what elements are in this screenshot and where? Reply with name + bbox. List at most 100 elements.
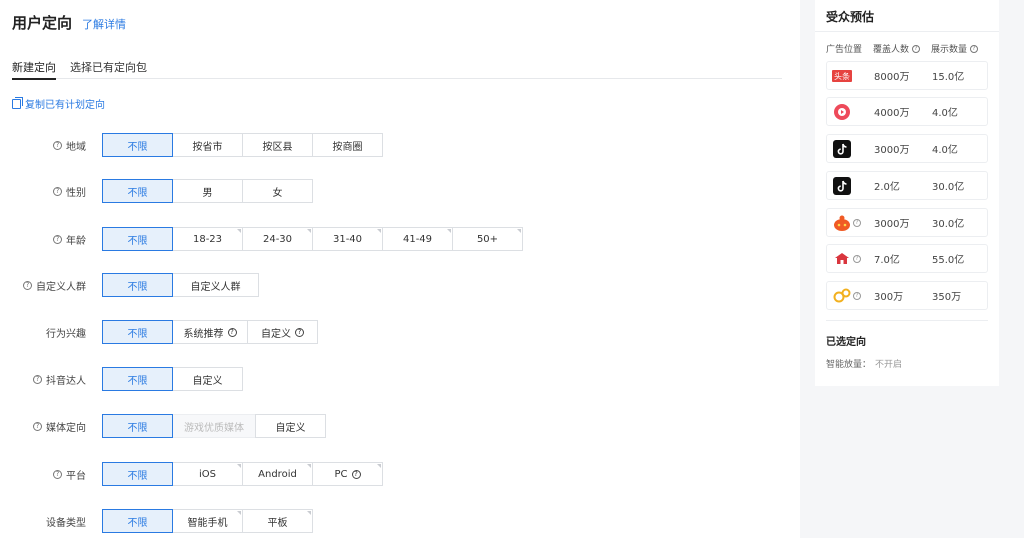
row-label: 行为兴趣 — [46, 328, 86, 340]
age-options: 不限 18-23 24-30 31-40 41-49 50+ — [102, 227, 523, 251]
device-option-phone[interactable]: 智能手机 — [172, 509, 243, 533]
region-option-business[interactable]: 按商圈 — [312, 133, 383, 157]
other-logo: ? — [832, 286, 862, 306]
behavior-option-custom[interactable]: 自定义 ? — [247, 320, 318, 344]
option-label: PC — [334, 468, 348, 480]
row-label: 媒体定向 — [46, 422, 86, 434]
age-option-31-40[interactable]: 31-40 — [312, 227, 383, 251]
help-icon[interactable]: ? — [853, 291, 861, 300]
cover-value: 3000万 — [874, 145, 910, 156]
age-option-18-23[interactable]: 18-23 — [172, 227, 243, 251]
estimate-row: 3000万 4.0亿 — [826, 134, 988, 163]
col-header-label: 广告位置 — [826, 45, 863, 55]
option-label: 自定义 — [261, 328, 291, 340]
smart-expand-value: 不开启 — [875, 360, 903, 370]
row-behavior-interest: 行为兴趣 不限 系统推荐 ? 自定义 ? — [0, 320, 800, 344]
platform-option-android[interactable]: Android — [242, 462, 313, 486]
help-icon[interactable]: ? — [33, 374, 42, 384]
row-label: 自定义人群 — [36, 281, 86, 293]
douyin-kol-option-unlimited[interactable]: 不限 — [102, 367, 173, 391]
toutiao-logo: 头条 — [832, 66, 852, 86]
help-icon[interactable]: ? — [53, 469, 62, 479]
help-icon[interactable]: ? — [853, 254, 861, 263]
douyin-kol-option-custom[interactable]: 自定义 — [172, 367, 243, 391]
divider — [815, 31, 999, 32]
row-label: 地域 — [66, 141, 86, 153]
douyin-kol-options: 不限 自定义 — [102, 367, 243, 391]
show-value: 30.0亿 — [932, 182, 965, 193]
learn-more-link[interactable]: 了解详情 — [82, 16, 126, 32]
copy-icon — [12, 96, 23, 109]
show-value: 4.0亿 — [932, 108, 958, 119]
row-age: ? 年龄 不限 18-23 24-30 31-40 41-49 50+ — [0, 227, 800, 251]
help-icon[interactable]: ? — [912, 44, 921, 53]
col-header-label: 覆盖人数 — [873, 45, 910, 55]
gender-option-female[interactable]: 女 — [242, 179, 313, 203]
estimate-row: ? 3000万 30.0亿 — [826, 208, 988, 237]
header: 用户定向 了解详情 — [12, 12, 126, 33]
platform-option-ios[interactable]: iOS — [172, 462, 243, 486]
cover-value: 8000万 — [874, 72, 910, 83]
behavior-option-recommend[interactable]: 系统推荐 ? — [172, 320, 248, 344]
gender-option-male[interactable]: 男 — [172, 179, 243, 203]
platform-option-pc[interactable]: PC ? — [312, 462, 383, 486]
show-value: 350万 — [932, 292, 962, 303]
behavior-option-unlimited[interactable]: 不限 — [102, 320, 173, 344]
estimate-row: 4000万 4.0亿 — [826, 97, 988, 126]
col-header-show: 展示数量 ? — [931, 42, 979, 55]
help-icon[interactable]: ? — [23, 280, 32, 290]
media-option-unlimited[interactable]: 不限 — [102, 414, 173, 438]
selected-targeting-title: 已选定向 — [826, 337, 866, 348]
region-option-province[interactable]: 按省市 — [172, 133, 243, 157]
cover-value: 3000万 — [874, 219, 910, 230]
age-option-50-plus[interactable]: 50+ — [452, 227, 523, 251]
smart-expand-line: 智能放量： 不开启 — [826, 357, 902, 370]
platform-option-unlimited[interactable]: 不限 — [102, 462, 173, 486]
help-icon[interactable]: ? — [970, 44, 979, 53]
gender-option-unlimited[interactable]: 不限 — [102, 179, 173, 203]
row-custom-crowd: ? 自定义人群 不限 自定义人群 — [0, 273, 800, 297]
device-option-tablet[interactable]: 平板 — [242, 509, 313, 533]
union-logo: ? — [832, 249, 862, 269]
help-icon[interactable]: ? — [53, 140, 62, 150]
media-option-custom[interactable]: 自定义 — [255, 414, 326, 438]
tab-bar: 新建定向 选择已有定向包 — [12, 59, 782, 80]
help-icon[interactable]: ? — [53, 234, 62, 244]
media-option-game-media[interactable]: 游戏优质媒体 — [172, 414, 256, 438]
region-option-district[interactable]: 按区县 — [242, 133, 313, 157]
toutiao-logo-text: 头条 — [834, 71, 850, 81]
estimate-row: ? 300万 350万 — [826, 281, 988, 310]
cover-value: 300万 — [874, 292, 904, 303]
custom-crowd-option-unlimited[interactable]: 不限 — [102, 273, 173, 297]
help-icon[interactable]: ? — [53, 186, 62, 196]
tab-existing-package[interactable]: 选择已有定向包 — [70, 59, 147, 79]
tab-new-targeting[interactable]: 新建定向 — [12, 59, 56, 80]
help-icon[interactable]: ? — [227, 327, 237, 337]
device-option-unlimited[interactable]: 不限 — [102, 509, 173, 533]
region-option-unlimited[interactable]: 不限 — [102, 133, 173, 157]
estimate-row: ? 7.0亿 55.0亿 — [826, 244, 988, 273]
cover-value: 4000万 — [874, 108, 910, 119]
col-header-cover: 覆盖人数 ? — [873, 42, 921, 55]
age-option-24-30[interactable]: 24-30 — [242, 227, 313, 251]
row-label: 性别 — [66, 187, 86, 199]
gender-options: 不限 男 女 — [102, 179, 313, 203]
copy-plan-targeting-link[interactable]: 复制已有计划定向 — [12, 96, 105, 111]
row-platform: ? 平台 不限 iOS Android PC ? — [0, 462, 800, 486]
show-value: 30.0亿 — [932, 219, 965, 230]
custom-crowd-option-custom[interactable]: 自定义人群 — [172, 273, 259, 297]
age-option-unlimited[interactable]: 不限 — [102, 227, 173, 251]
help-icon[interactable]: ? — [853, 218, 861, 227]
row-douyin-kol: ? 抖音达人 不限 自定义 — [0, 367, 800, 391]
region-options: 不限 按省市 按区县 按商圈 — [102, 133, 383, 157]
col-header-position: 广告位置 — [826, 42, 862, 55]
audience-estimate-panel: 受众预估 广告位置 覆盖人数 ? 展示数量 ? 头条 8000万 15.0亿 4… — [815, 0, 999, 386]
help-icon[interactable]: ? — [295, 327, 304, 337]
douyin-logo — [832, 139, 852, 159]
row-region: ? 地域 不限 按省市 按区县 按商圈 — [0, 133, 800, 157]
show-value: 15.0亿 — [932, 72, 965, 83]
help-icon[interactable]: ? — [351, 469, 361, 479]
row-gender: ? 性别 不限 男 女 — [0, 179, 800, 203]
help-icon[interactable]: ? — [33, 421, 42, 431]
age-option-41-49[interactable]: 41-49 — [382, 227, 453, 251]
